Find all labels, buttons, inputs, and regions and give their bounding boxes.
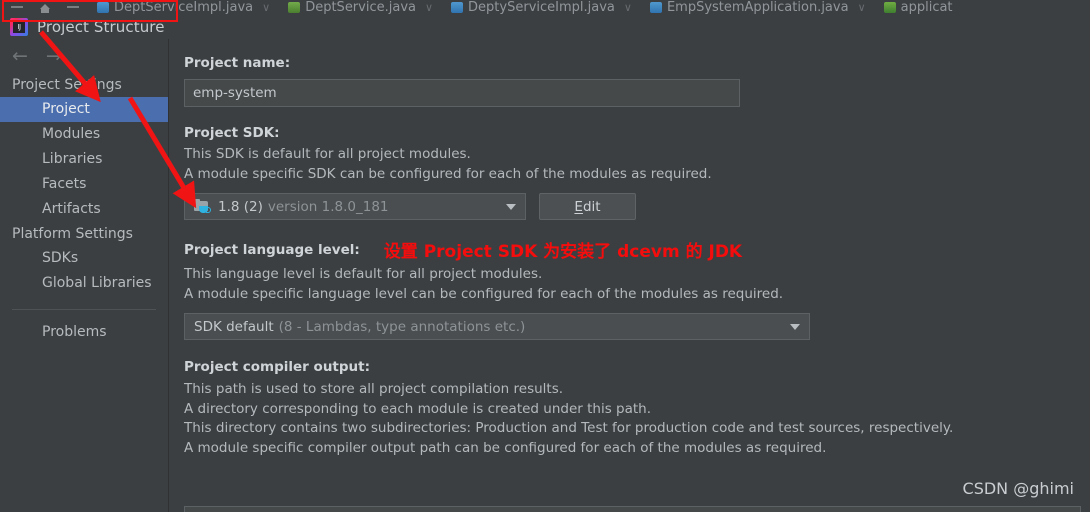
project-sdk-description-line-1: This SDK is default for all project modu… <box>184 146 471 162</box>
editor-tab[interactable]: applicat <box>875 0 962 15</box>
intellij-logo-text: IJ <box>13 21 25 33</box>
project-language-level-combobox[interactable]: SDK default (8 - Lambdas, type annotatio… <box>184 313 810 340</box>
tab-chevron-down-icon[interactable]: ∨ <box>858 1 866 14</box>
language-level-selected: SDK default <box>194 318 274 335</box>
home-icon <box>38 2 52 13</box>
jdk-folder-icon <box>194 198 211 214</box>
settings-sidebar: ← → Project Settings Project Modules Lib… <box>0 39 169 512</box>
project-language-level-label: Project language level: <box>184 241 360 258</box>
menu-dash-icon <box>66 2 80 13</box>
project-sdk-label: Project SDK: <box>184 125 280 141</box>
project-sdk-description-line-2: A module specific SDK can be configured … <box>184 165 712 182</box>
editor-tab[interactable]: DeptService.java ∨ <box>279 0 442 15</box>
chevron-down-icon[interactable] <box>506 203 516 210</box>
dialog-title: Project Structure <box>37 18 165 36</box>
java-interface-icon <box>288 2 301 13</box>
project-name-input[interactable]: emp-system <box>184 79 740 107</box>
sidebar-group-project-settings: Project Settings <box>12 77 122 93</box>
project-sdk-selected-version: version 1.8.0_181 <box>267 198 389 215</box>
editor-tab[interactable]: EmpSystemApplication.java ∨ <box>641 0 875 15</box>
language-level-description-line-1: This language level is default for all p… <box>184 266 543 282</box>
edit-sdk-button[interactable]: Edit <box>539 193 636 220</box>
project-settings-panel: Project name: emp-system Project SDK: Th… <box>170 39 1090 512</box>
java-class-icon <box>97 2 109 13</box>
editor-tab-label: EmpSystemApplication.java <box>666 0 849 15</box>
compiler-output-description-line-4: A module specific compiler output path c… <box>184 439 827 456</box>
project-structure-dialog: IJ Project Structure ← → Project Setting… <box>0 15 1090 512</box>
project-sdk-combobox[interactable]: 1.8 (2) version 1.8.0_181 <box>184 193 526 220</box>
background-toolbar <box>0 0 88 15</box>
edit-button-rest: dit <box>582 198 601 215</box>
project-name-label: Project name: <box>184 55 291 71</box>
compiler-output-description-line-2: A directory corresponding to each module… <box>184 400 652 417</box>
editor-tab-strip: DeptServiceImpl.java ∨ DeptService.java … <box>0 0 1090 15</box>
sidebar-group-platform-settings: Platform Settings <box>12 226 133 242</box>
sidebar-item-libraries[interactable]: Libraries <box>0 147 168 172</box>
editor-tab-label: DeptyServiceImpl.java <box>468 0 615 15</box>
project-sdk-row: 1.8 (2) version 1.8.0_181 Edit <box>184 193 1090 220</box>
spring-boot-icon <box>649 2 662 13</box>
editor-tab-label: applicat <box>900 0 953 15</box>
sidebar-divider <box>12 309 156 310</box>
menu-dash-icon <box>10 2 24 13</box>
sidebar-navigation: ← → <box>0 39 168 73</box>
forward-arrow-icon[interactable]: → <box>46 46 62 66</box>
project-structure-window: DeptServiceImpl.java ∨ DeptService.java … <box>0 0 1090 512</box>
tab-chevron-down-icon[interactable]: ∨ <box>262 1 270 14</box>
sidebar-item-artifacts[interactable]: Artifacts <box>0 197 168 222</box>
java-class-icon <box>451 2 464 13</box>
compiler-output-description-line-1: This path is used to store all project c… <box>184 381 564 397</box>
sidebar-item-facets[interactable]: Facets <box>0 172 168 197</box>
project-sdk-selected-name: 1.8 (2) <box>218 198 263 215</box>
sidebar-item-sdks[interactable]: SDKs <box>0 246 168 271</box>
editor-tab-label: DeptServiceImpl.java <box>114 0 254 15</box>
project-compiler-output-label: Project compiler output: <box>184 359 371 375</box>
project-compiler-output-input[interactable] <box>184 506 1081 512</box>
back-arrow-icon[interactable]: ← <box>12 46 28 66</box>
language-level-description-line-2: A module specific language level can be … <box>184 285 784 302</box>
sidebar-item-global-libraries[interactable]: Global Libraries <box>0 271 168 296</box>
red-annotation-note: 设置 Project SDK 为安装了 dcevm 的 JDK <box>383 242 743 262</box>
chevron-down-icon[interactable] <box>790 323 800 330</box>
language-level-selected-detail: (8 - Lambdas, type annotations etc.) <box>278 318 526 335</box>
compiler-output-description-line-3: This directory contains two subdirectori… <box>184 420 954 436</box>
spring-config-icon <box>883 2 896 13</box>
editor-tab[interactable]: DeptServiceImpl.java ∨ <box>88 0 279 15</box>
tab-chevron-down-icon[interactable]: ∨ <box>624 1 632 14</box>
sidebar-item-problems[interactable]: Problems <box>0 320 168 345</box>
sidebar-item-project[interactable]: Project <box>0 97 168 122</box>
sidebar-item-modules[interactable]: Modules <box>0 122 168 147</box>
dialog-titlebar: IJ Project Structure <box>0 15 1090 39</box>
intellij-idea-logo-icon: IJ <box>10 18 28 36</box>
tab-chevron-down-icon[interactable]: ∨ <box>425 1 433 14</box>
language-level-header-row: Project language level: 设置 Project SDK 为… <box>184 237 1090 263</box>
editor-tab-label: DeptService.java <box>305 0 416 15</box>
edit-button-mnemonic: E <box>574 198 583 215</box>
editor-tab[interactable]: DeptyServiceImpl.java ∨ <box>442 0 641 15</box>
